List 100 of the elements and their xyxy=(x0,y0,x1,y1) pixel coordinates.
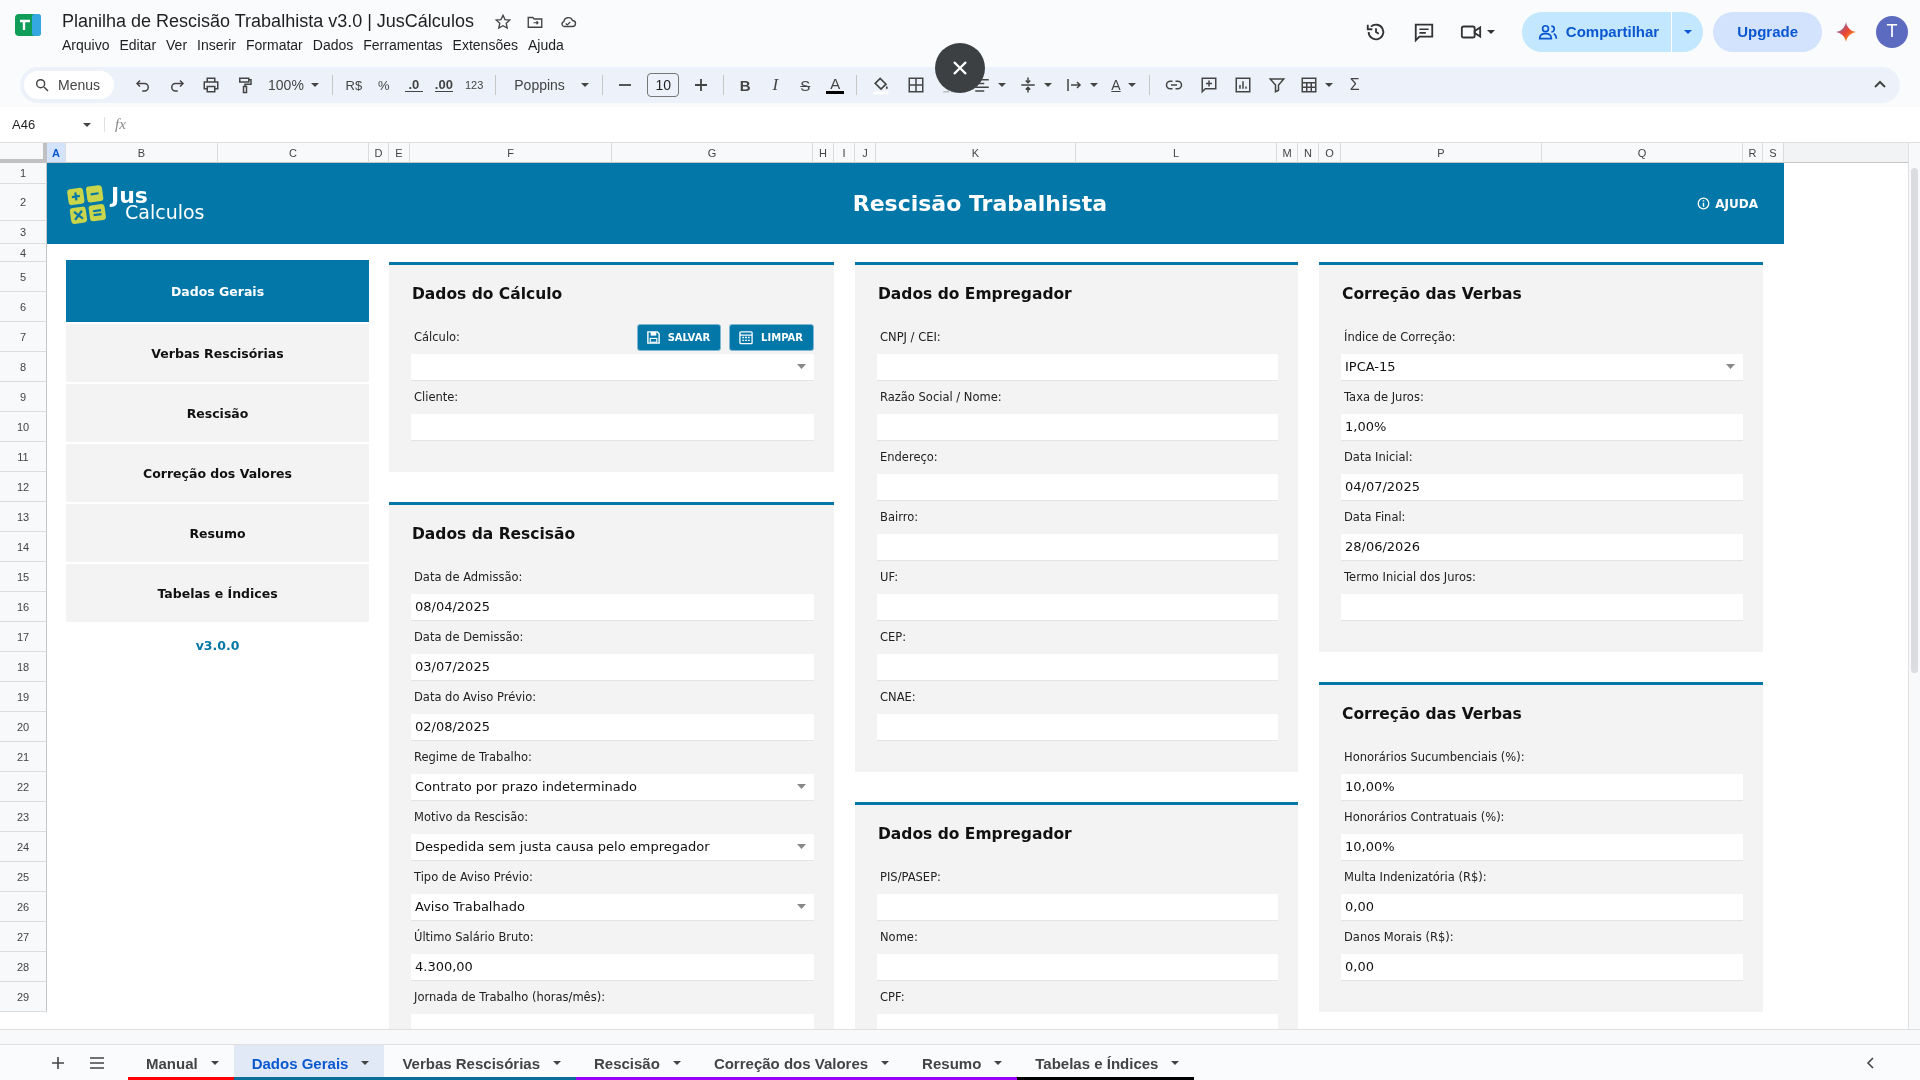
input-field[interactable] xyxy=(877,533,1278,561)
input-field[interactable] xyxy=(411,413,814,441)
borders-icon[interactable] xyxy=(907,76,926,95)
document-title[interactable]: Planilha de Rescisão Trabalhista v3.0 | JusCálculos xyxy=(62,11,474,33)
input-field[interactable] xyxy=(877,713,1278,741)
bold-button[interactable]: B xyxy=(736,76,755,94)
chart-icon[interactable] xyxy=(1233,76,1252,95)
column-header[interactable]: F xyxy=(410,143,612,163)
add-comment-icon[interactable] xyxy=(1199,76,1218,95)
column-header[interactable]: Q xyxy=(1542,143,1743,163)
sheet-tab[interactable]: Tabelas e Índices xyxy=(1017,1045,1195,1080)
clear-button[interactable]: LIMPAR xyxy=(729,323,814,351)
close-button[interactable] xyxy=(935,43,985,93)
row-header[interactable]: 3 xyxy=(0,221,47,244)
menus-search-button[interactable]: Menus xyxy=(24,71,115,100)
row-header[interactable]: 26 xyxy=(0,892,47,922)
column-header[interactable]: J xyxy=(855,143,876,163)
vertical-scrollbar[interactable] xyxy=(1908,143,1920,1029)
italic-button[interactable]: I xyxy=(766,75,785,96)
row-header[interactable]: 20 xyxy=(0,712,47,742)
row-header[interactable]: 6 xyxy=(0,292,47,322)
increase-decimals-button[interactable]: .00 xyxy=(434,78,453,93)
sheet-tab[interactable]: Verbas Rescisórias xyxy=(384,1045,576,1080)
decrease-decimals-button[interactable]: .0 xyxy=(404,78,423,93)
text-rotation-dropdown[interactable]: A xyxy=(1111,77,1137,94)
sheet-tab[interactable]: Manual xyxy=(128,1045,234,1080)
row-header[interactable]: 29 xyxy=(0,982,47,1012)
sheet-tab[interactable]: Rescisão xyxy=(576,1045,696,1080)
input-field[interactable]: 03/07/2025 xyxy=(411,653,814,681)
input-field[interactable]: 4.300,00 xyxy=(411,953,814,981)
row-header[interactable]: 25 xyxy=(0,862,47,892)
dropdown-field[interactable]: Contrato por prazo indeterminado xyxy=(411,773,814,801)
column-header[interactable]: P xyxy=(1341,143,1542,163)
column-header[interactable]: C xyxy=(218,143,369,163)
menu-item[interactable]: Formatar xyxy=(245,36,311,55)
column-header[interactable]: E xyxy=(389,143,410,163)
font-size-field[interactable]: 10 xyxy=(647,73,680,98)
fill-color-icon[interactable] xyxy=(871,75,892,96)
nav-item[interactable]: Resumo xyxy=(66,504,369,562)
column-header[interactable]: K xyxy=(876,143,1076,163)
row-header[interactable]: 27 xyxy=(0,922,47,952)
input-field[interactable]: 1,00% xyxy=(1341,413,1743,441)
add-sheet-icon[interactable] xyxy=(50,1055,66,1071)
row-header[interactable]: 5 xyxy=(0,262,47,292)
column-header[interactable]: S xyxy=(1763,143,1784,163)
filter-icon[interactable] xyxy=(1267,76,1286,95)
all-sheets-menu-icon[interactable] xyxy=(88,1055,106,1071)
nav-item[interactable]: Verbas Rescisórias xyxy=(66,324,369,382)
input-field[interactable]: 10,00% xyxy=(1341,773,1743,801)
star-icon[interactable] xyxy=(493,12,512,31)
row-header[interactable]: 1 xyxy=(0,163,47,184)
row-header[interactable]: 28 xyxy=(0,952,47,982)
sheet-tab[interactable]: Resumo xyxy=(904,1045,1018,1080)
column-header[interactable]: B xyxy=(66,143,218,163)
functions-button[interactable]: Σ xyxy=(1345,76,1364,95)
input-field[interactable]: 28/06/2026 xyxy=(1341,533,1743,561)
sheet-tab[interactable]: Dados Gerais xyxy=(233,1045,385,1080)
user-avatar[interactable]: T xyxy=(1876,15,1908,48)
input-field[interactable] xyxy=(877,353,1278,381)
row-header[interactable]: 23 xyxy=(0,802,47,832)
row-header[interactable]: 10 xyxy=(0,412,47,442)
strikethrough-button[interactable]: S xyxy=(796,76,815,94)
sheet-tab[interactable]: Correção dos Valores xyxy=(695,1045,905,1080)
row-header[interactable]: 11 xyxy=(0,442,47,472)
menu-item[interactable]: Inserir xyxy=(197,36,244,55)
row-header[interactable]: 19 xyxy=(0,682,47,712)
dropdown-field[interactable]: Despedida sem justa causa pelo empregador xyxy=(411,833,814,861)
table-dropdown[interactable] xyxy=(1299,76,1334,95)
column-header[interactable]: O xyxy=(1319,143,1341,163)
menu-item[interactable]: Ferramentas xyxy=(363,36,451,55)
help-button[interactable]: AJUDA xyxy=(1695,194,1760,213)
menu-item[interactable]: Editar xyxy=(119,36,165,55)
input-field[interactable] xyxy=(877,413,1278,441)
input-field[interactable]: 08/04/2025 xyxy=(411,593,814,621)
nav-item[interactable]: Rescisão xyxy=(66,384,369,442)
paint-format-icon[interactable] xyxy=(236,76,255,95)
menu-item[interactable]: Dados xyxy=(312,36,362,55)
font-dropdown[interactable]: Poppins xyxy=(508,77,591,94)
column-header[interactable]: A xyxy=(47,143,66,163)
row-header[interactable]: 15 xyxy=(0,562,47,592)
column-header[interactable]: M xyxy=(1277,143,1298,163)
sparkle-icon[interactable] xyxy=(1835,20,1857,43)
dropdown-field[interactable] xyxy=(411,353,814,381)
name-box[interactable]: A46 xyxy=(0,117,105,133)
nav-item[interactable]: Tabelas e Índices xyxy=(66,564,369,622)
row-header[interactable]: 18 xyxy=(0,652,47,682)
number-format-button[interactable]: 123 xyxy=(464,79,484,92)
dropdown-field[interactable]: IPCA-15 xyxy=(1341,353,1743,381)
row-header[interactable]: 22 xyxy=(0,772,47,802)
column-header[interactable]: H xyxy=(813,143,834,163)
nav-item[interactable]: Correção dos Valores xyxy=(66,444,369,502)
column-header[interactable]: I xyxy=(834,143,855,163)
print-icon[interactable] xyxy=(202,76,221,95)
row-header[interactable]: 7 xyxy=(0,322,47,352)
menu-item[interactable]: Extensões xyxy=(452,36,526,55)
input-field[interactable]: 10,00% xyxy=(1341,833,1743,861)
zoom-dropdown[interactable]: 100% xyxy=(268,77,320,94)
row-header[interactable]: 16 xyxy=(0,592,47,622)
input-field[interactable] xyxy=(1341,593,1743,621)
input-field[interactable] xyxy=(877,953,1278,981)
